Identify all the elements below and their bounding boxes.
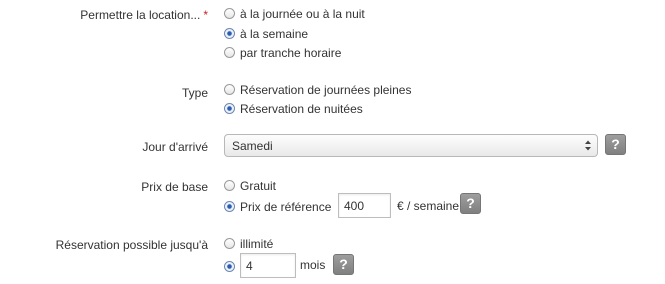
base-price-help-button[interactable]: ? [460, 193, 481, 214]
booking-limit-label: Réservation possible jusqu'à [55, 238, 208, 252]
radio-full-days[interactable] [224, 84, 235, 95]
required-mark: * [203, 8, 208, 22]
radio-free[interactable] [224, 180, 235, 191]
rental-mode-option-label: à la journée ou à la nuit [240, 7, 365, 21]
rental-mode-label-text: Permettre la location... [80, 8, 201, 22]
booking-limit-unlimited-label: illimité [240, 237, 274, 251]
base-price-free-label: Gratuit [240, 179, 277, 193]
arrival-day-value: Samedi [232, 139, 273, 153]
price-unit: € / semaine [397, 199, 460, 213]
radio-week[interactable] [224, 28, 235, 39]
arrival-day-label: Jour d'arrivé [142, 140, 208, 154]
booking-limit-help-button[interactable]: ? [333, 254, 354, 275]
base-price-label: Prix de base [141, 180, 208, 194]
radio-unlimited[interactable] [224, 238, 235, 249]
rental-mode-label: Permettre la location... * [80, 8, 208, 22]
booking-limit-unit: mois [300, 258, 326, 272]
base-price-reference-label: Prix de référence [240, 200, 332, 214]
radio-nights[interactable] [224, 103, 235, 114]
radio-hourly[interactable] [224, 47, 235, 58]
type-option-label: Réservation de nuitées [240, 102, 363, 116]
type-label: Type [181, 86, 208, 100]
rental-mode-option-label: par tranche horaire [240, 46, 342, 60]
type-option-label: Réservation de journées pleines [240, 83, 412, 97]
select-arrows-icon [585, 140, 591, 151]
arrival-day-select[interactable]: Samedi [224, 134, 598, 157]
radio-reference-price[interactable] [224, 201, 235, 212]
booking-limit-input[interactable]: 4 [240, 253, 296, 278]
arrival-day-help-button[interactable]: ? [605, 134, 626, 155]
rental-mode-option-label: à la semaine [240, 27, 309, 41]
reference-price-input[interactable]: 400 [338, 193, 391, 218]
radio-day-or-night[interactable] [224, 8, 235, 19]
radio-limited[interactable] [224, 261, 235, 272]
